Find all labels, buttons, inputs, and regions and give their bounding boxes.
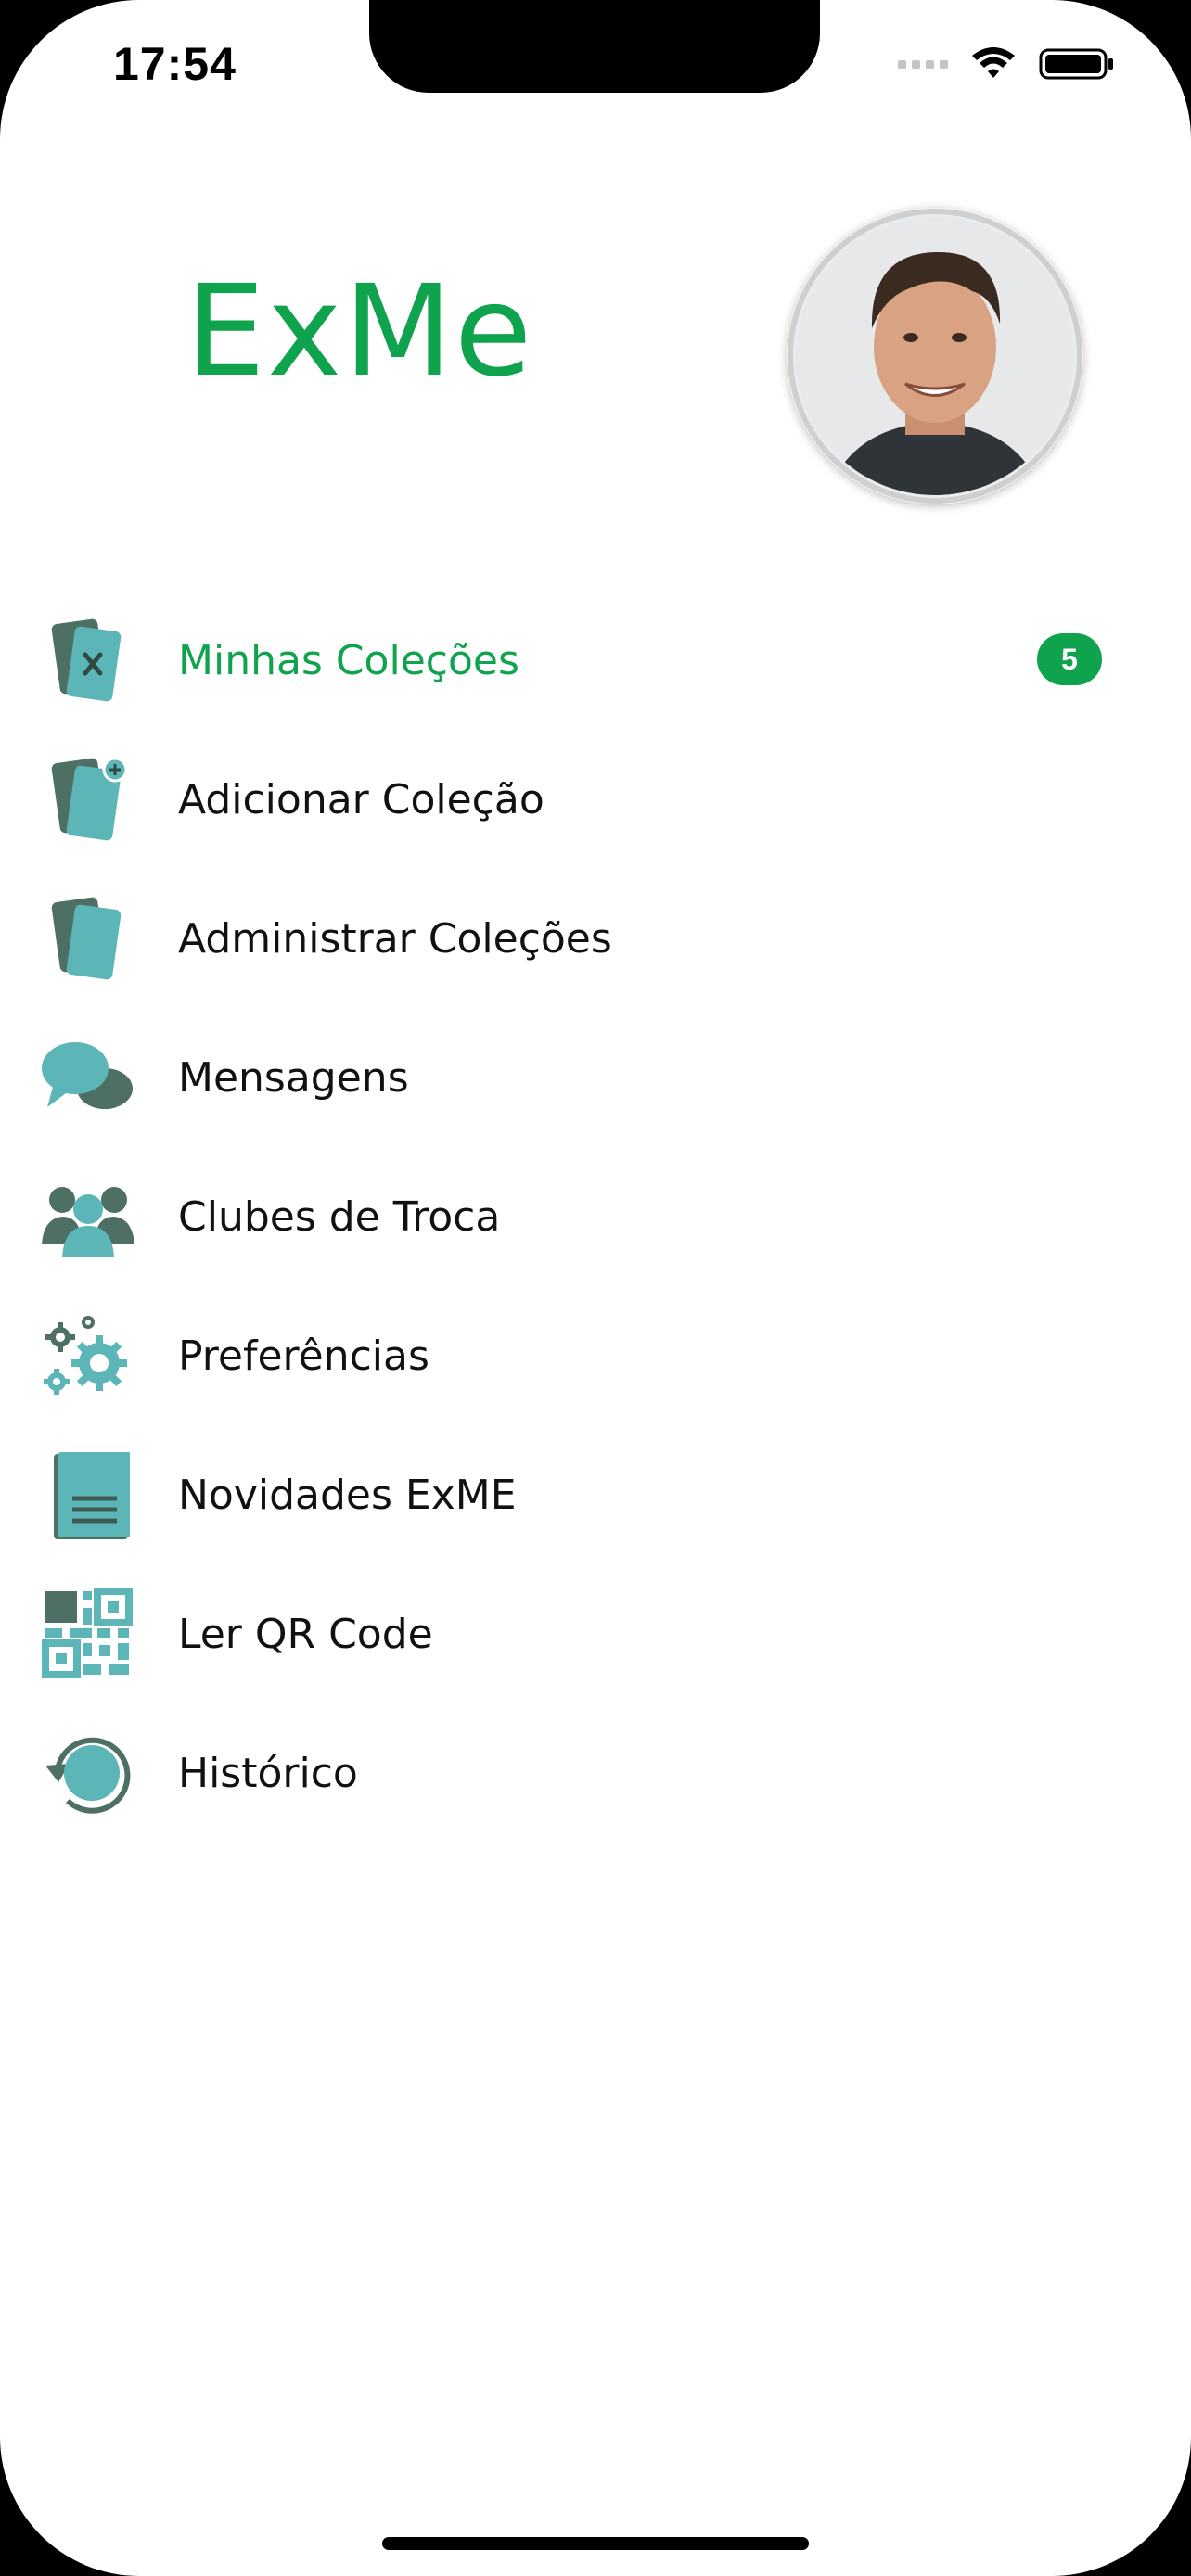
history-icon (39, 1728, 137, 1817)
menu-item-label: Novidades ExME (178, 1471, 517, 1519)
cards-add-icon (39, 755, 137, 844)
menu-item-label: Mensagens (178, 1053, 409, 1102)
cellular-signal-icon (898, 59, 948, 69)
count-badge: 5 (1037, 633, 1102, 685)
device-notch (369, 0, 820, 93)
menu-item-clubes-de-troca[interactable]: Clubes de Troca (0, 1147, 1191, 1286)
qr-code-icon (39, 1588, 137, 1678)
menu-item-label: Administrar Coleções (178, 914, 612, 963)
menu-item-minhas-colecoes[interactable]: Minhas Coleções 5 (0, 591, 1191, 730)
menu-item-label: Histórico (178, 1749, 358, 1797)
status-icons (898, 46, 1115, 82)
screen: 17:54 ExMe Minhas Coleções 5 Adicionar C… (0, 0, 1191, 2576)
cards-x-icon (39, 616, 137, 705)
menu-item-mensagens[interactable]: Mensagens (0, 1008, 1191, 1147)
side-menu: Minhas Coleções 5 Adicionar Coleção Admi… (0, 591, 1191, 1843)
menu-item-label: Adicionar Coleção (178, 775, 544, 823)
menu-item-adicionar-colecao[interactable]: Adicionar Coleção (0, 730, 1191, 869)
cards-icon (39, 894, 137, 983)
status-time: 17:54 (113, 38, 237, 90)
menu-item-ler-qr-code[interactable]: Ler QR Code (0, 1564, 1191, 1703)
avatar[interactable] (787, 208, 1083, 504)
document-icon (39, 1450, 137, 1539)
app-logo: ExMe (186, 259, 534, 405)
menu-item-historico[interactable]: Histórico (0, 1703, 1191, 1843)
menu-item-label: Preferências (178, 1332, 429, 1380)
menu-item-label: Clubes de Troca (178, 1192, 501, 1241)
home-indicator[interactable] (382, 2537, 809, 2550)
wifi-icon (972, 47, 1015, 78)
chat-bubbles-icon (39, 1033, 137, 1122)
menu-item-label: Ler QR Code (178, 1610, 433, 1658)
users-group-icon (39, 1172, 137, 1261)
battery-icon (1039, 48, 1113, 80)
menu-item-label: Minhas Coleções (178, 636, 519, 684)
gears-icon (39, 1311, 137, 1400)
menu-item-administrar-colecoes[interactable]: Administrar Coleções (0, 869, 1191, 1008)
menu-item-preferencias[interactable]: Preferências (0, 1286, 1191, 1425)
menu-item-novidades-exme[interactable]: Novidades ExME (0, 1425, 1191, 1564)
